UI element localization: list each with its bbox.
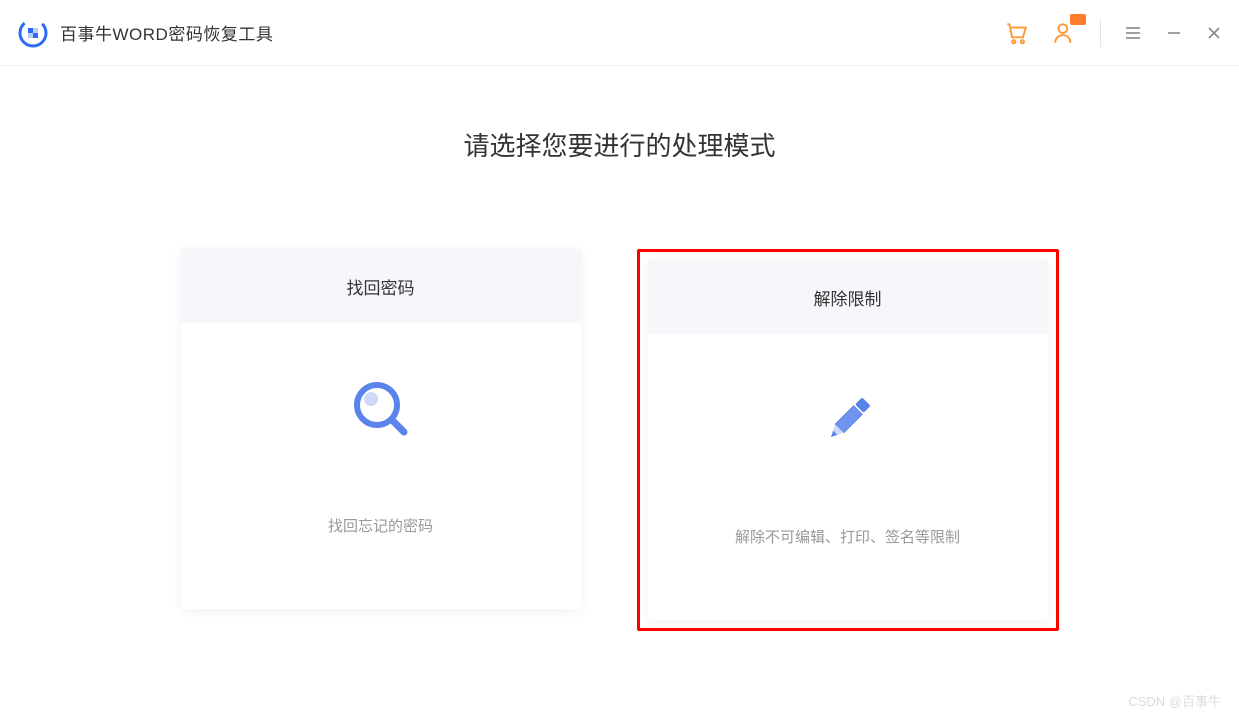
cart-icon[interactable] (1004, 20, 1030, 46)
card-body: 解除不可编辑、打印、签名等限制 (648, 334, 1048, 620)
mode-cards: 找回密码 找回忘记的密码 解除限制 (0, 249, 1239, 631)
watermark: CSDN @百事牛 (1128, 691, 1221, 710)
titlebar-actions (1004, 19, 1223, 47)
magnifier-icon (349, 377, 413, 441)
app-logo-icon (18, 18, 48, 48)
menu-icon[interactable] (1123, 23, 1143, 43)
user-icon[interactable] (1052, 20, 1078, 46)
highlighted-selection: 解除限制 解除不可编辑、打印、签名等限制 (637, 249, 1059, 631)
app-title: 百事牛WORD密码恢复工具 (60, 20, 273, 45)
card-description: 解除不可编辑、打印、签名等限制 (735, 526, 960, 547)
recover-password-card[interactable]: 找回密码 找回忘记的密码 (181, 249, 581, 609)
card-body: 找回忘记的密码 (181, 323, 581, 609)
brand: 百事牛WORD密码恢复工具 (18, 18, 273, 48)
titlebar: 百事牛WORD密码恢复工具 (0, 0, 1239, 66)
remove-restriction-card[interactable]: 解除限制 解除不可编辑、打印、签名等限制 (648, 260, 1048, 620)
pencil-icon (816, 388, 880, 452)
notification-badge-icon (1070, 14, 1086, 25)
card-title: 找回密码 (181, 249, 581, 323)
separator (1100, 19, 1101, 47)
close-button[interactable] (1205, 24, 1223, 42)
page-heading: 请选择您要进行的处理模式 (0, 126, 1239, 163)
card-description: 找回忘记的密码 (328, 515, 433, 536)
card-title: 解除限制 (648, 260, 1048, 334)
main-content: 请选择您要进行的处理模式 找回密码 找回忘记的密码 解除限制 (0, 66, 1239, 631)
minimize-button[interactable] (1165, 24, 1183, 42)
